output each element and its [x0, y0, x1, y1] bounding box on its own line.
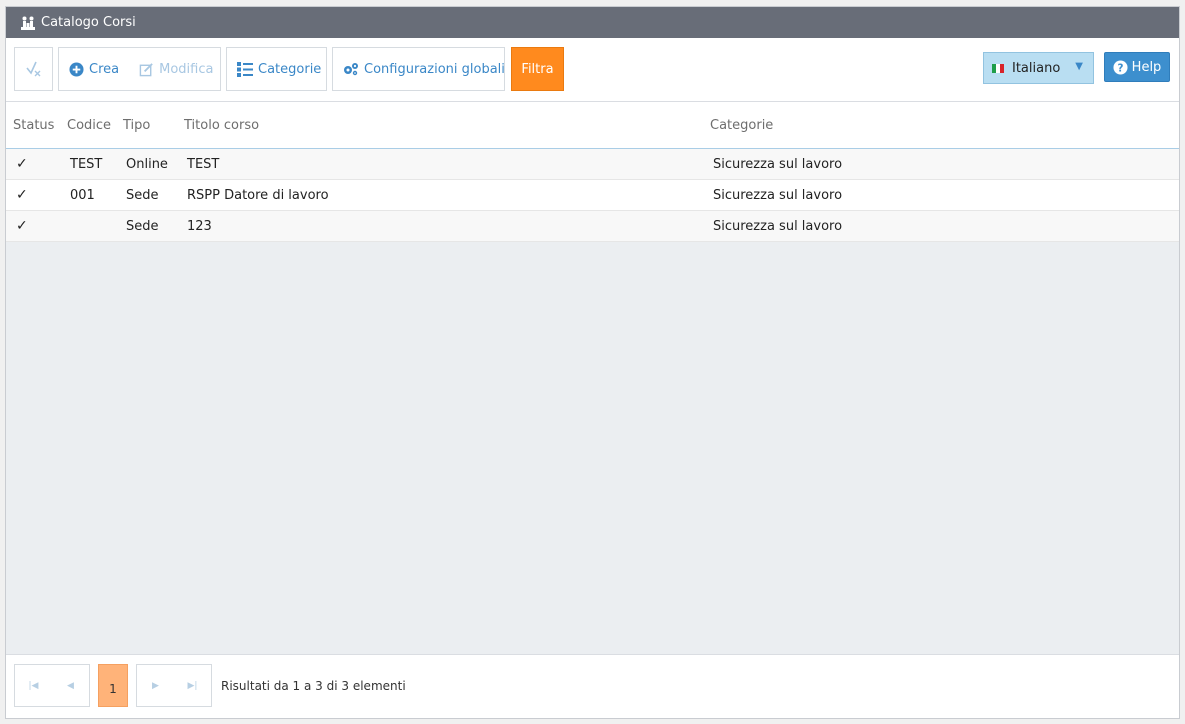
header-codice[interactable]: Codice	[64, 118, 121, 133]
status-check: ✓	[16, 218, 28, 234]
pagination-bar: |◀ ◀ 1 ▶ ▶| Risultati da 1 a 3 di 3 elem…	[6, 654, 1179, 718]
window-titlebar: Catalogo Corsi	[6, 7, 1179, 38]
toolbar: Crea Modifica Categorie Configurazioni g…	[6, 38, 1179, 102]
last-page-icon[interactable]: ▶|	[174, 665, 211, 706]
cell-codice: TEST	[70, 156, 103, 172]
help-label: Help	[1131, 59, 1162, 75]
header-status[interactable]: Status	[6, 118, 64, 133]
configurazioni-globali-button[interactable]: Configurazioni globali	[333, 48, 515, 90]
results-info: Risultati da 1 a 3 di 3 elementi	[221, 679, 406, 693]
categorie-button[interactable]: Categorie	[227, 48, 331, 90]
table-row[interactable]: ✓ TEST Online TEST Sicurezza sul lavoro	[6, 149, 1179, 180]
catalog-icon	[21, 16, 35, 30]
table-header: Status Codice Tipo Titolo corso Categori…	[6, 102, 1179, 149]
help-button[interactable]: ? Help	[1104, 52, 1170, 82]
svg-text:?: ?	[1117, 62, 1123, 74]
cell-tipo: Sede	[126, 218, 159, 234]
filtra-button[interactable]: Filtra	[511, 47, 564, 91]
gears-icon	[344, 63, 358, 76]
cell-titolo: 123	[187, 218, 212, 234]
toggle-status-button[interactable]	[14, 47, 53, 91]
list-icon	[237, 61, 253, 77]
header-titolo-corso[interactable]: Titolo corso	[182, 118, 707, 133]
pager-next-group: ▶ ▶|	[136, 664, 212, 707]
status-check: ✓	[16, 156, 28, 172]
header-tipo[interactable]: Tipo	[121, 118, 182, 133]
check-x-icon	[25, 61, 40, 77]
table-row[interactable]: ✓ 001 Sede RSPP Datore di lavoro Sicurez…	[6, 180, 1179, 211]
crea-label: Crea	[89, 61, 120, 77]
catalog-window: Catalogo Corsi Crea Modifica Categorie C…	[5, 6, 1180, 719]
cell-categorie: Sicurezza sul lavoro	[713, 156, 843, 172]
edit-button-group: Crea Modifica	[58, 47, 221, 91]
modifica-label: Modifica	[159, 61, 214, 77]
edit-icon	[139, 62, 153, 76]
config-button-group: Configurazioni globali	[332, 47, 505, 91]
chevron-down-icon: ▼	[1075, 61, 1083, 72]
language-select[interactable]: Italiano ▼	[983, 52, 1094, 84]
courses-table: Status Codice Tipo Titolo corso Categori…	[6, 102, 1179, 242]
crea-button[interactable]: Crea	[59, 48, 129, 90]
first-page-icon[interactable]: |◀	[15, 665, 52, 706]
cell-tipo: Sede	[126, 187, 159, 203]
pager-prev-group: |◀ ◀	[14, 664, 90, 707]
cell-titolo: RSPP Datore di lavoro	[187, 187, 329, 203]
plus-circle-icon	[69, 61, 84, 77]
prev-page-icon[interactable]: ◀	[52, 665, 89, 706]
current-page-button[interactable]: 1	[98, 664, 128, 707]
header-categorie[interactable]: Categorie	[707, 118, 773, 133]
categorie-label: Categorie	[258, 61, 322, 77]
modifica-button[interactable]: Modifica	[129, 48, 223, 90]
italy-flag-icon	[992, 63, 1004, 73]
table-row[interactable]: ✓ Sede 123 Sicurezza sul lavoro	[6, 211, 1179, 242]
cell-tipo: Online	[126, 156, 168, 172]
cell-categorie: Sicurezza sul lavoro	[713, 187, 843, 203]
status-check: ✓	[16, 187, 28, 203]
next-page-icon[interactable]: ▶	[137, 665, 174, 706]
window-title: Catalogo Corsi	[41, 15, 136, 30]
categorie-button-group: Categorie	[226, 47, 327, 91]
config-label: Configurazioni globali	[364, 61, 505, 77]
cell-titolo: TEST	[187, 156, 220, 172]
question-circle-icon: ?	[1113, 59, 1128, 75]
language-value: Italiano	[1012, 60, 1061, 76]
cell-codice: 001	[70, 187, 95, 203]
cell-categorie: Sicurezza sul lavoro	[713, 218, 843, 234]
